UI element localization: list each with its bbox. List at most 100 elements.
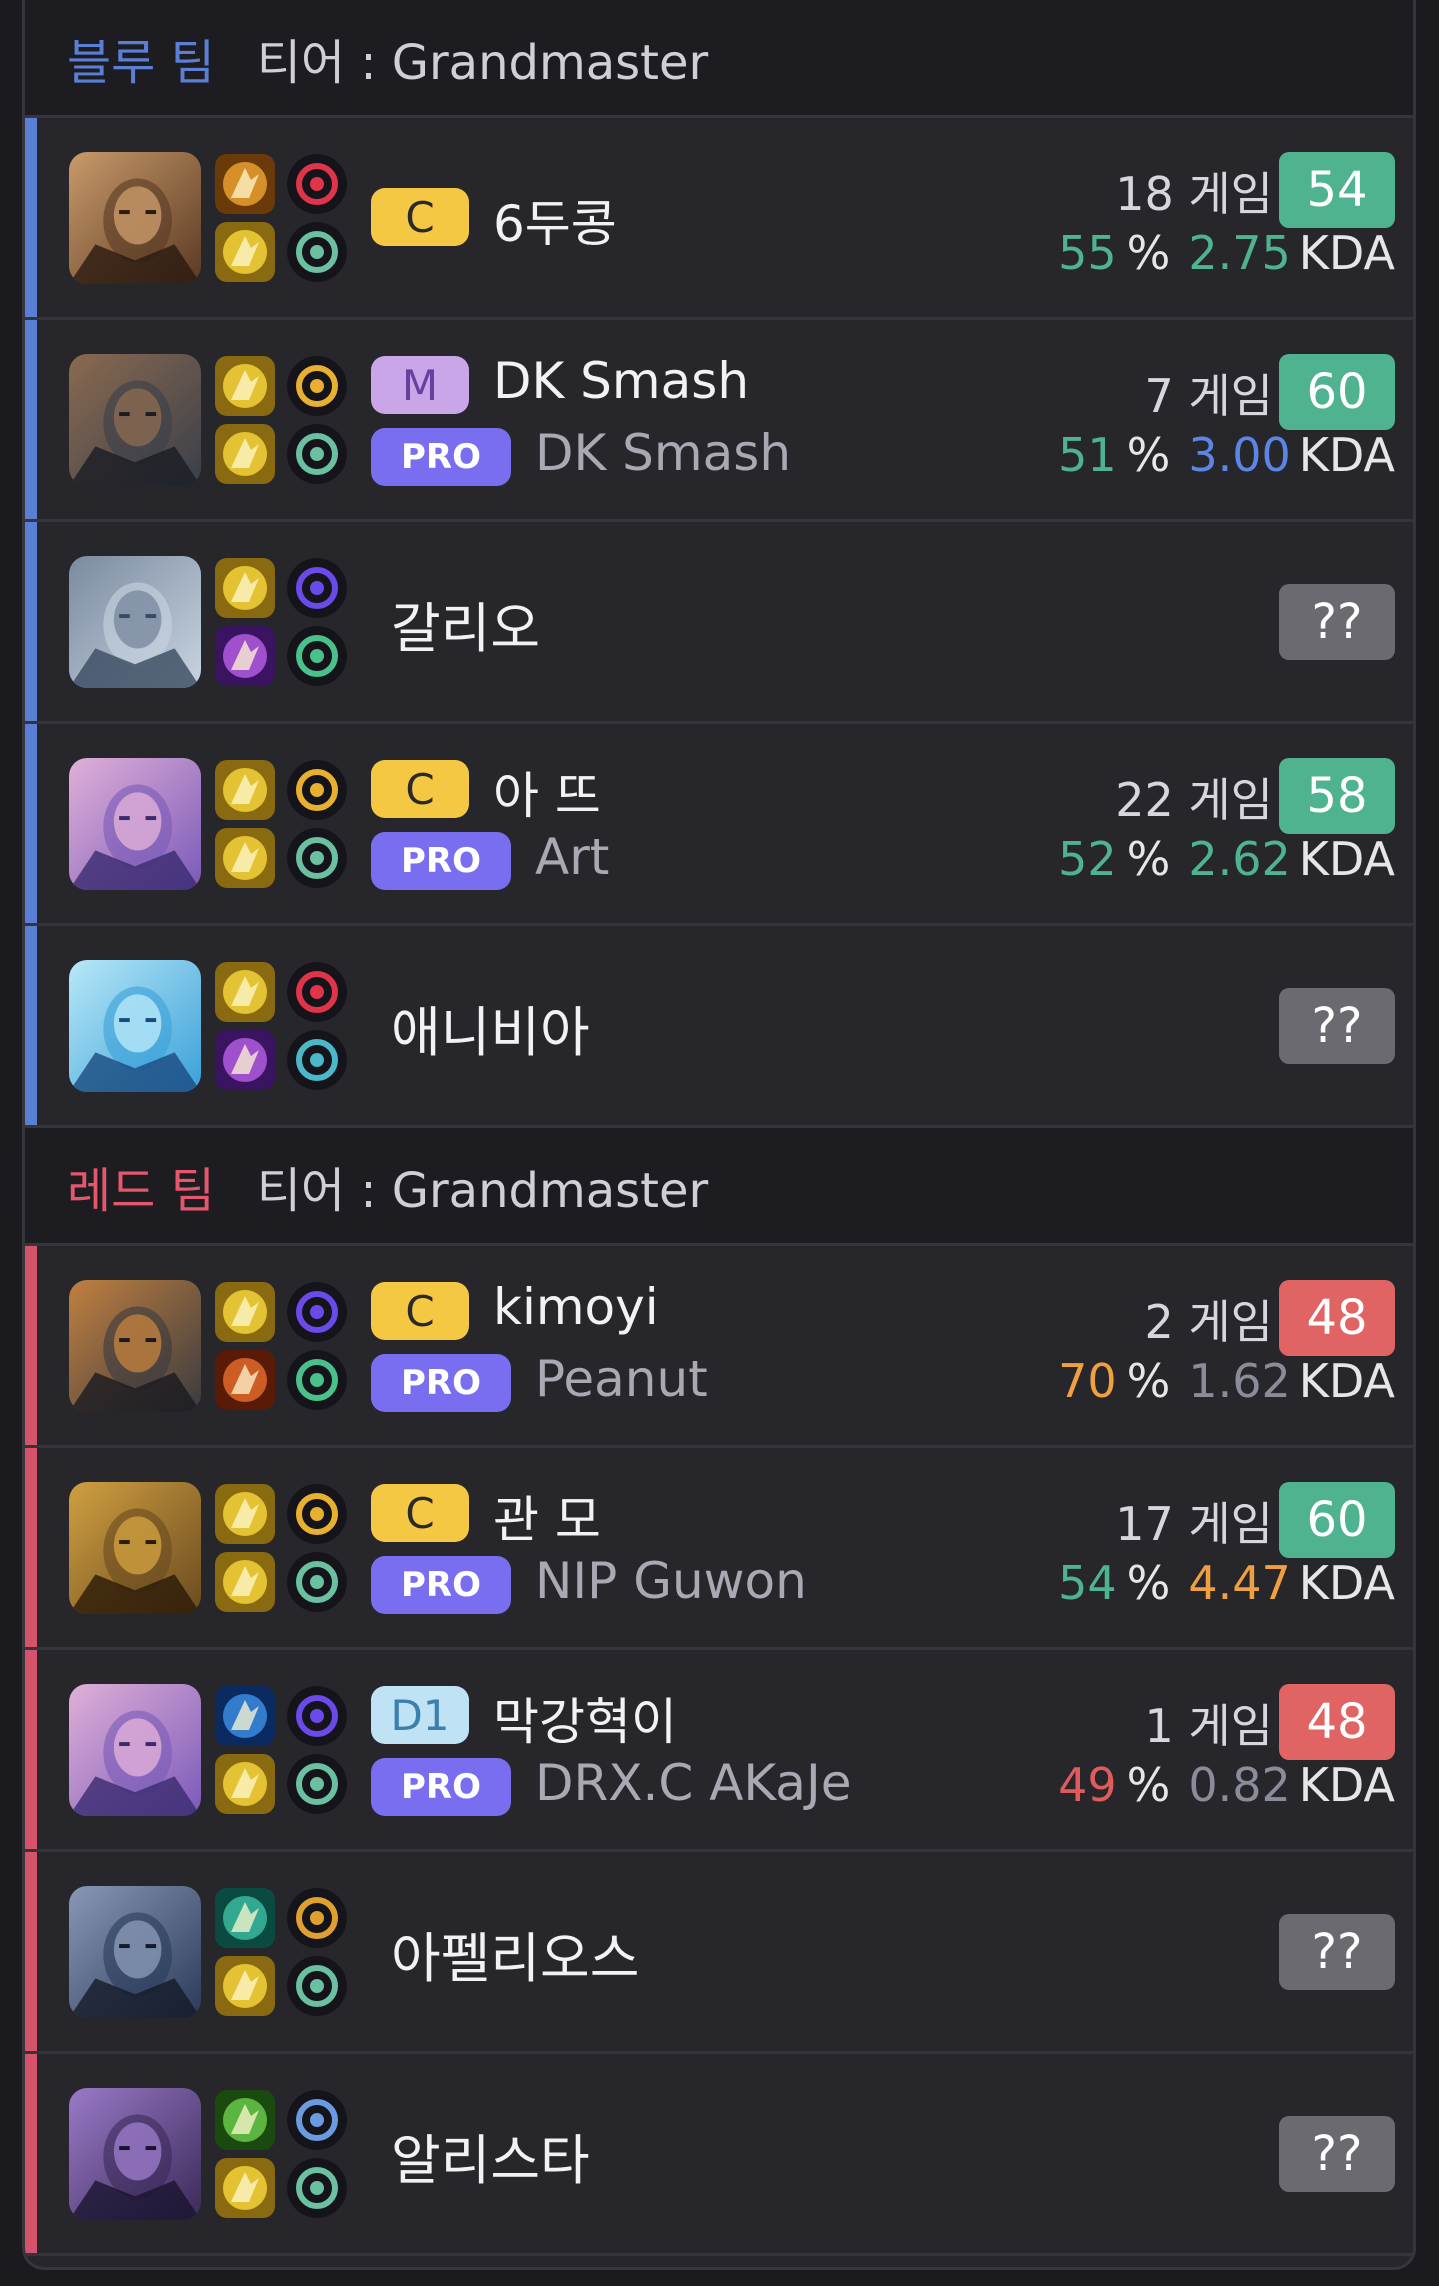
score-badge: 48 xyxy=(1279,1684,1395,1760)
arcane-comet-icon xyxy=(287,558,347,618)
grasp-icon xyxy=(287,626,347,686)
kda-value: 3.00 xyxy=(1188,428,1291,482)
pro-badge: PRO xyxy=(371,1556,511,1614)
conqueror-icon xyxy=(287,356,347,416)
champion-portrait[interactable] xyxy=(69,556,201,688)
stats-line: 70% 1.62 KDA xyxy=(1058,1354,1395,1408)
player-row[interactable]: 갈리오?? xyxy=(25,522,1413,724)
summoner-name[interactable]: 아 뜨 xyxy=(493,756,601,828)
rank-badge: D1 xyxy=(371,1686,469,1744)
player-row[interactable]: M DK Smash PRO DK Smash 7 게임 60 51% 3.00 KDA xyxy=(25,320,1413,522)
pro-badge: PRO xyxy=(371,1758,511,1816)
champion-name: 애니비아 xyxy=(391,1001,590,1064)
pro-player-name[interactable]: Peanut xyxy=(535,1350,708,1408)
summoner-name[interactable]: kimoyi xyxy=(493,1278,659,1336)
flash-icon xyxy=(215,828,275,888)
team-color-bar xyxy=(25,320,37,519)
teleport-icon xyxy=(215,626,275,686)
winrate-value: 51 xyxy=(1058,428,1117,482)
resolve-icon xyxy=(287,222,347,282)
player-row[interactable]: 알리스타?? xyxy=(25,2054,1413,2256)
rank-badge: C xyxy=(371,760,469,818)
kda-value: 0.82 xyxy=(1188,1758,1291,1812)
player-row[interactable]: C 아 뜨 PRO Art 22 게임 58 52% 2.62 KDA xyxy=(25,724,1413,926)
player-row[interactable]: Ckimoyi PRO Peanut 2 게임 48 70% 1.62 KDA xyxy=(25,1246,1413,1448)
stats-line: 54% 4.47 KDA xyxy=(1058,1556,1395,1610)
flash-icon xyxy=(215,2158,275,2218)
pro-player-name[interactable]: DK Smash xyxy=(535,424,791,482)
score-badge: 60 xyxy=(1279,1482,1395,1558)
score-badge: 60 xyxy=(1279,354,1395,430)
rank-badge: C xyxy=(371,1484,469,1542)
games-count: 1 게임 xyxy=(1144,1699,1273,1753)
kda-value: 2.75 xyxy=(1188,226,1291,280)
score-badge: ?? xyxy=(1279,1914,1395,1990)
summoner-name[interactable]: 막강혁이 xyxy=(493,1682,677,1754)
flash-icon xyxy=(215,356,275,416)
games-count: 17 게임 xyxy=(1115,1497,1273,1551)
ghost-icon xyxy=(215,1686,275,1746)
games-count: 7 게임 xyxy=(1144,369,1273,423)
smite-icon xyxy=(215,154,275,214)
pro-player-name[interactable]: NIP Guwon xyxy=(535,1552,807,1610)
pro-player-name[interactable]: Art xyxy=(535,828,609,886)
summoner-name[interactable]: DK Smash xyxy=(493,352,749,410)
score-badge: 58 xyxy=(1279,758,1395,834)
red-team-name: 레드 팀 xyxy=(67,1162,215,1219)
pro-player-name[interactable]: DRX.C AKaJe xyxy=(535,1754,851,1812)
blue-team-name: 블루 팀 xyxy=(67,34,215,91)
player-row[interactable]: C 관 모 PRO NIP Guwon 17 게임 60 54% 4.47 KDA xyxy=(25,1448,1413,1650)
stats-line: 49% 0.82 KDA xyxy=(1058,1758,1395,1812)
lethal-tempo-icon xyxy=(287,1888,347,1948)
pro-badge: PRO xyxy=(371,832,511,890)
rank-badge: C xyxy=(371,188,469,246)
stats-line: 55% 2.75 KDA xyxy=(1058,226,1395,280)
player-row[interactable]: 애니비아?? xyxy=(25,926,1413,1128)
player-row[interactable]: 아펠리오스?? xyxy=(25,1852,1413,2054)
champion-portrait[interactable] xyxy=(69,758,201,890)
winrate-value: 70 xyxy=(1058,1354,1117,1408)
team-color-bar xyxy=(25,1448,37,1647)
summoner-name[interactable]: 6두콩 xyxy=(493,184,617,256)
champion-portrait[interactable] xyxy=(69,1684,201,1816)
champion-portrait[interactable] xyxy=(69,2088,201,2220)
score-badge: 48 xyxy=(1279,1280,1395,1356)
winrate-value: 54 xyxy=(1058,1556,1117,1610)
stats-line: 52% 2.62 KDA xyxy=(1058,832,1395,886)
champion-portrait[interactable] xyxy=(69,1482,201,1614)
kda-label: KDA xyxy=(1298,1758,1395,1812)
stats-line: 51% 3.00 KDA xyxy=(1058,428,1395,482)
champion-portrait[interactable] xyxy=(69,354,201,486)
kda-value: 1.62 xyxy=(1188,1354,1291,1408)
resolve-icon xyxy=(287,828,347,888)
percent-sign: % xyxy=(1126,226,1171,280)
kda-value: 2.62 xyxy=(1188,832,1291,886)
pro-badge: PRO xyxy=(371,1354,511,1412)
flash-icon xyxy=(215,1282,275,1342)
champion-portrait[interactable] xyxy=(69,960,201,1092)
flash-icon xyxy=(215,1484,275,1544)
flash-icon xyxy=(215,558,275,618)
champion-name: 알리스타 xyxy=(391,2129,590,2192)
score-badge: ?? xyxy=(1279,988,1395,1064)
match-panel: 블루 팀 티어 : Grandmaster C 6두콩 18 게임 54 55% 2.75… xyxy=(22,0,1416,2270)
percent-sign: % xyxy=(1126,428,1171,482)
cleanse-icon xyxy=(215,1888,275,1948)
red-team-tier: 티어 : Grandmaster xyxy=(256,1162,709,1219)
summoner-name[interactable]: 관 모 xyxy=(493,1480,601,1552)
champion-portrait[interactable] xyxy=(69,152,201,284)
electrocute-icon xyxy=(287,962,347,1022)
player-row[interactable]: D1 막강혁이 PRO DRX.C AKaJe 1 게임 48 49% 0.82 KDA xyxy=(25,1650,1413,1852)
kda-label: KDA xyxy=(1298,1354,1395,1408)
champion-portrait[interactable] xyxy=(69,1280,201,1412)
flash-icon xyxy=(215,1552,275,1612)
team-color-bar xyxy=(25,1852,37,2051)
percent-sign: % xyxy=(1126,1758,1171,1812)
team-color-bar xyxy=(25,926,37,1125)
champion-portrait[interactable] xyxy=(69,1886,201,2018)
red-team-list: Ckimoyi PRO Peanut 2 게임 48 70% 1.62 KDA C관 모 PRO… xyxy=(25,1246,1413,2256)
team-color-bar xyxy=(25,1246,37,1445)
games-count: 22 게임 xyxy=(1115,773,1273,827)
grasp-icon xyxy=(287,1350,347,1410)
player-row[interactable]: C 6두콩 18 게임 54 55% 2.75 KDA xyxy=(25,118,1413,320)
